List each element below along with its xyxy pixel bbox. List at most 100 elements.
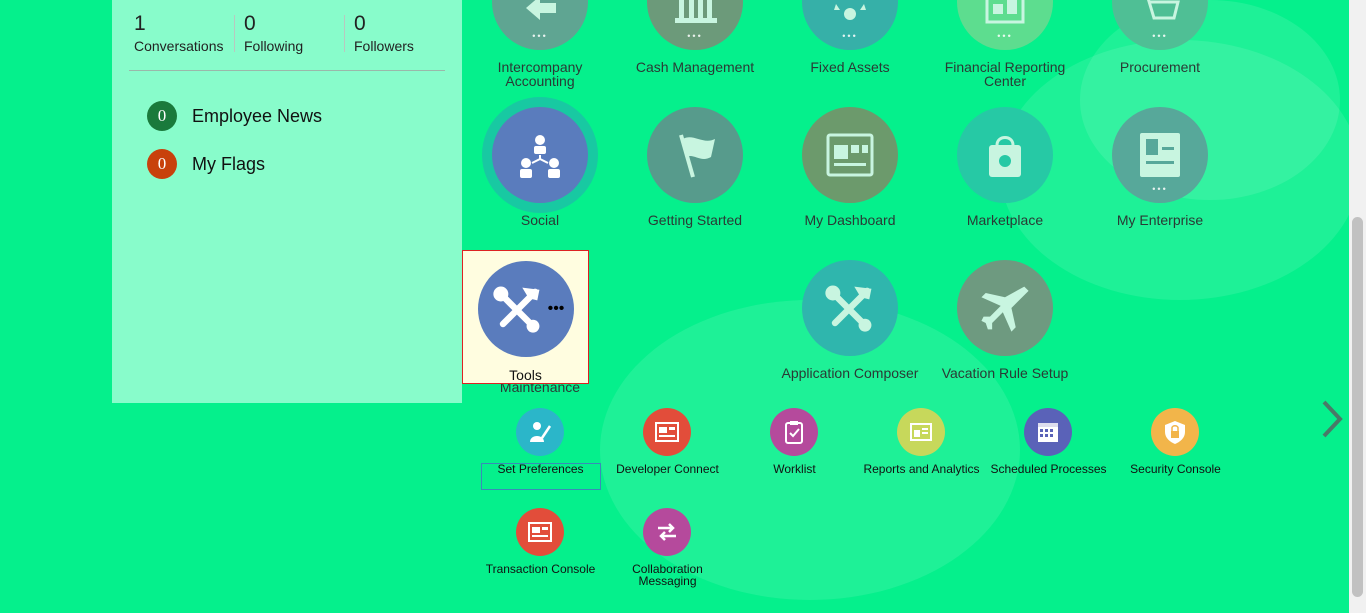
app-tile-my-dashboard[interactable]: My Dashboard bbox=[775, 107, 925, 232]
quick-link-icon-circle bbox=[643, 508, 691, 556]
app-icon-circle: ••• bbox=[1112, 107, 1208, 203]
app-icon-circle bbox=[957, 260, 1053, 356]
scrollbar-thumb[interactable] bbox=[1352, 217, 1363, 597]
app-tile-marketplace[interactable]: Marketplace bbox=[930, 107, 1080, 232]
app-icon-circle bbox=[492, 107, 588, 203]
clipboard-check-icon bbox=[785, 421, 803, 444]
quick-link-set-preferences[interactable]: Set Preferences bbox=[477, 408, 604, 478]
stat-conversations[interactable]: 1 Conversations bbox=[134, 12, 224, 54]
employee-news-link[interactable]: 0 Employee News bbox=[147, 100, 322, 132]
app-tile-procurement[interactable]: ••• Procurement bbox=[1085, 0, 1235, 94]
report-icon bbox=[985, 0, 1025, 24]
quick-link-label: Developer Connect bbox=[616, 462, 719, 476]
quick-link-worklist[interactable]: Worklist bbox=[731, 408, 858, 478]
app-tile-label: Fixed Assets bbox=[810, 59, 890, 75]
app-tile-label: Marketplace bbox=[966, 212, 1044, 228]
dashboard-icon bbox=[826, 133, 874, 177]
quick-link-transaction-console[interactable]: Transaction Console bbox=[477, 508, 604, 588]
next-page-chevron-icon[interactable] bbox=[1318, 398, 1348, 440]
app-tile-financial-reporting-center[interactable]: ••• Financial Reporting Center bbox=[930, 0, 1080, 94]
count-badge: 0 bbox=[147, 101, 177, 131]
app-tile-cash-management[interactable]: ••• Cash Management bbox=[620, 0, 770, 94]
app-tile-label: Procurement bbox=[1119, 59, 1201, 75]
quick-link-security-console[interactable]: Security Console bbox=[1112, 408, 1239, 478]
stat-label: Conversations bbox=[134, 38, 224, 54]
app-tile-label: Social bbox=[520, 212, 560, 228]
stat-label: Following bbox=[244, 38, 304, 54]
count-badge: 0 bbox=[147, 149, 177, 179]
app-tile-label: Vacation Rule Setup bbox=[941, 365, 1069, 381]
app-tile-label: My Enterprise bbox=[1116, 212, 1204, 228]
user-edit-icon bbox=[530, 422, 552, 442]
quick-link-icon-circle bbox=[516, 408, 564, 456]
quick-link-scheduled-processes[interactable]: Scheduled Processes bbox=[985, 408, 1112, 478]
my-flags-link[interactable]: 0 My Flags bbox=[147, 148, 265, 180]
divider bbox=[344, 15, 345, 52]
app-icon-circle: ••• bbox=[478, 261, 574, 357]
quick-link-label: Worklist bbox=[773, 462, 816, 476]
quick-link-label: Collaboration Messaging bbox=[632, 562, 703, 588]
building-icon bbox=[1140, 133, 1180, 177]
quick-link-icon-circle bbox=[643, 408, 691, 456]
quick-link-collaboration-messaging[interactable]: Collaboration Messaging bbox=[604, 508, 731, 588]
quick-link-label: Scheduled Processes bbox=[990, 462, 1107, 476]
app-icon-circle bbox=[647, 107, 743, 203]
more-dots: ••• bbox=[687, 31, 703, 41]
divider bbox=[129, 70, 445, 71]
stat-followers[interactable]: 0 Followers bbox=[354, 12, 414, 54]
profile-panel: 1 Conversations 0 Following 0 Followers … bbox=[112, 0, 462, 403]
app-icon-circle: ••• bbox=[1112, 0, 1208, 50]
app-icon-circle: ••• bbox=[492, 0, 588, 50]
swap-arrows-icon bbox=[658, 523, 676, 541]
more-dots: ••• bbox=[842, 31, 858, 41]
app-icon-circle bbox=[957, 107, 1053, 203]
stat-following[interactable]: 0 Following bbox=[244, 12, 303, 54]
my-flags-label: My Flags bbox=[192, 153, 266, 174]
quick-link-icon-circle bbox=[516, 508, 564, 556]
app-icon-circle: ••• bbox=[647, 0, 743, 50]
tools-icon bbox=[492, 286, 540, 333]
quick-link-developer-connect[interactable]: Developer Connect bbox=[604, 408, 731, 478]
quick-link-icon-circle bbox=[770, 408, 818, 456]
gear-cycle-icon bbox=[834, 4, 866, 20]
more-dots: ••• bbox=[1152, 31, 1168, 41]
app-tile-label: Getting Started bbox=[647, 212, 743, 228]
employee-news-label: Employee News bbox=[192, 105, 323, 126]
app-tile-intercompany-accounting[interactable]: ••• Intercompany Accounting bbox=[465, 0, 615, 94]
bank-icon bbox=[675, 0, 717, 23]
quick-link-label: Set Preferences bbox=[497, 462, 584, 476]
app-tile-label: Application Composer bbox=[781, 365, 919, 381]
app-tile-tools[interactable]: ••• Tools bbox=[462, 250, 589, 384]
app-tile-my-enterprise[interactable]: ••• My Enterprise bbox=[1085, 107, 1235, 232]
app-tile-getting-started[interactable]: Getting Started bbox=[620, 107, 770, 232]
app-icon-circle bbox=[802, 107, 898, 203]
quick-link-icon-circle bbox=[897, 408, 945, 456]
quick-link-reports-and-analytics[interactable]: Reports and Analytics bbox=[858, 408, 985, 478]
more-dots: ••• bbox=[1152, 184, 1168, 194]
app-tile-label: Tools bbox=[509, 367, 542, 383]
console-icon bbox=[528, 522, 552, 542]
more-dots: ••• bbox=[997, 31, 1013, 41]
app-tile-application-composer[interactable]: Application Composer bbox=[775, 260, 925, 395]
vertical-scrollbar[interactable] bbox=[1349, 0, 1366, 613]
console-icon bbox=[655, 422, 679, 442]
quick-link-label: Security Console bbox=[1130, 462, 1221, 476]
app-tile-vacation-rule-setup[interactable]: Vacation Rule Setup bbox=[930, 260, 1080, 395]
stat-count: 0 bbox=[354, 12, 366, 35]
flag-icon bbox=[679, 134, 715, 178]
quick-link-icon-circle bbox=[1151, 408, 1199, 456]
app-tile-fixed-assets[interactable]: ••• Fixed Assets bbox=[775, 0, 925, 94]
calendar-icon bbox=[1038, 423, 1058, 442]
quick-link-label: Reports and Analytics bbox=[863, 462, 980, 476]
shopping-bag-icon bbox=[989, 136, 1021, 177]
cart-icon bbox=[1147, 0, 1180, 20]
app-tile-label: Cash Management bbox=[635, 59, 755, 75]
more-dots: ••• bbox=[547, 300, 565, 317]
quick-link-icon-circle bbox=[1024, 408, 1072, 456]
app-tile-label: Intercompany Accounting bbox=[497, 59, 583, 89]
stat-count: 1 bbox=[134, 12, 146, 35]
app-tile-label: My Dashboard bbox=[804, 212, 896, 228]
app-icon-circle: ••• bbox=[802, 0, 898, 50]
app-tile-social[interactable]: Social bbox=[465, 107, 615, 232]
airplane-icon bbox=[981, 286, 1029, 332]
